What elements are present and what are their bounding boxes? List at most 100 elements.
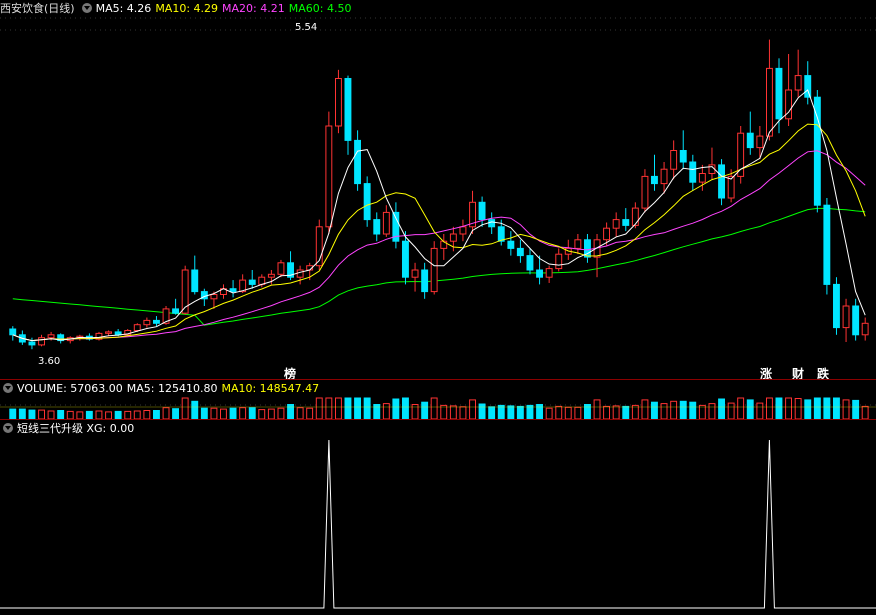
candle-body — [660, 168, 668, 185]
divider-volume — [0, 419, 876, 420]
volume-bar — [38, 409, 45, 420]
candle-body — [47, 334, 55, 339]
ma5-polyline — [12, 89, 866, 342]
volume-bar — [57, 410, 65, 420]
xg-signal-line — [0, 439, 876, 609]
volume-bar — [469, 399, 477, 420]
volume-bar — [411, 404, 419, 420]
volume-bar — [143, 410, 151, 420]
candle-body — [746, 132, 754, 149]
volume-bar — [775, 397, 783, 420]
candle-body — [536, 269, 543, 278]
low-price-label: 3.60 — [38, 356, 61, 367]
candle-body — [852, 305, 860, 336]
indicator-menu-icon[interactable] — [3, 423, 13, 433]
volume-bar — [28, 409, 36, 420]
candle-body — [9, 328, 17, 336]
volume-bar — [421, 401, 429, 420]
volume-bar — [430, 397, 438, 420]
volume-bar — [564, 406, 572, 420]
volume-bar — [679, 400, 687, 420]
volume-bar — [449, 405, 457, 420]
candlesticks — [9, 39, 869, 350]
candle-body — [670, 150, 678, 170]
volume-bar — [153, 410, 160, 420]
candle-body — [718, 164, 725, 199]
candle-body — [488, 219, 496, 228]
volume-bar — [689, 401, 697, 420]
candle-body — [574, 239, 582, 249]
volume-bar — [833, 397, 840, 420]
volume-bar — [794, 398, 802, 420]
candle-body — [172, 308, 180, 314]
candle-body — [344, 78, 352, 141]
indicator-legend: 短线三代升级 XG: 0.00 — [0, 421, 138, 437]
candle-body — [641, 175, 649, 209]
candle-body — [325, 125, 333, 228]
candle-body — [507, 240, 515, 249]
volume-bar — [191, 400, 199, 420]
volume-bar — [172, 408, 180, 420]
volume-bar — [459, 406, 467, 420]
volume-bar — [392, 398, 400, 420]
volume-bar — [766, 397, 773, 420]
volume-bar — [813, 397, 821, 420]
volume-bar — [239, 407, 247, 420]
volume-bar — [95, 410, 103, 420]
volume-bar — [823, 397, 831, 420]
volume-bar — [287, 404, 295, 420]
volume-bar — [516, 405, 524, 420]
candle-body — [363, 183, 371, 221]
volume-bar — [162, 407, 170, 420]
chart-canvas[interactable] — [0, 0, 876, 615]
candle-body — [133, 324, 141, 332]
grid-lines — [0, 17, 876, 406]
volume-bar — [842, 399, 850, 420]
candle-body — [38, 337, 45, 346]
candle-body — [335, 78, 342, 127]
candle-body — [679, 150, 687, 163]
volume-bar — [670, 400, 678, 420]
candle-body — [497, 226, 505, 242]
volume-bar — [402, 397, 409, 420]
candle-body — [153, 319, 160, 324]
volume-bar — [651, 401, 658, 420]
candle-body — [794, 75, 802, 91]
candle-body — [449, 233, 457, 242]
candle-body — [516, 247, 524, 257]
volume-bar — [181, 397, 189, 420]
volume-label: VOLUME: 57063.00 — [17, 382, 123, 395]
candle-body — [382, 211, 390, 235]
volume-bar — [641, 399, 649, 420]
volume-bar — [267, 408, 275, 420]
candle-body — [421, 269, 429, 293]
volume-bar — [718, 398, 725, 420]
candle-body — [210, 294, 218, 300]
volume-bar — [737, 397, 745, 420]
candle-body — [651, 175, 658, 185]
volume-bar — [354, 397, 362, 420]
candle-body — [622, 219, 630, 226]
volume-menu-icon[interactable] — [3, 383, 13, 393]
volume-legend: VOLUME: 57063.00 MA5: 125410.80 MA10: 1485… — [0, 381, 323, 397]
candle-body — [229, 288, 237, 293]
candle-body — [603, 227, 610, 241]
volume-bar — [9, 408, 17, 420]
candle-body — [804, 75, 812, 98]
candle-body — [823, 204, 831, 285]
candle-body — [373, 219, 381, 235]
volume-bar — [66, 410, 74, 420]
volume-bar — [631, 404, 639, 420]
ma20-polyline — [12, 150, 866, 342]
volume-bar — [746, 399, 754, 420]
volume-bar — [612, 405, 620, 420]
candle-body — [756, 135, 764, 149]
candle-body — [459, 226, 467, 235]
volume-bar — [555, 405, 563, 420]
volume-bar — [804, 399, 812, 420]
candle-body — [430, 247, 438, 293]
volume-ma10-label: MA10: 148547.47 — [221, 382, 320, 395]
candle-body — [861, 322, 869, 336]
candle-body — [402, 240, 409, 278]
volume-bar — [785, 397, 792, 420]
